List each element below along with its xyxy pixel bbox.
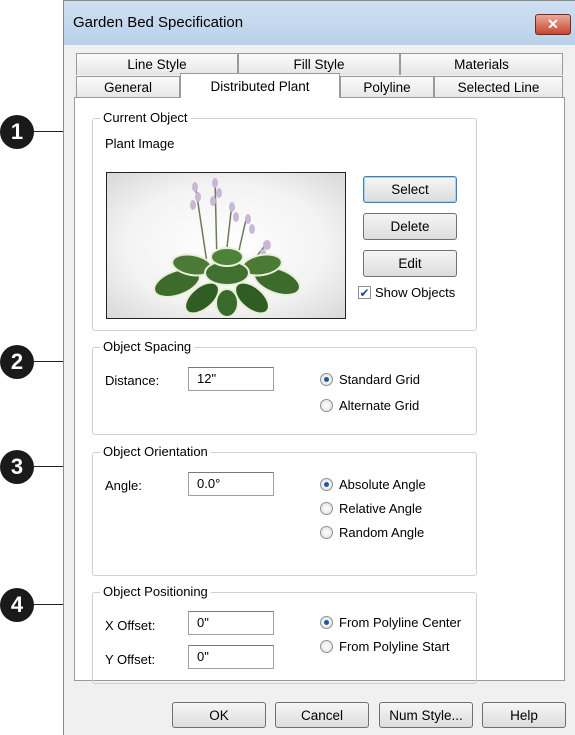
radio-icon <box>320 526 333 539</box>
object-positioning-group: Object Positioning X Offset: 0" Y Offset… <box>92 584 477 684</box>
help-button[interactable]: Help <box>482 702 566 728</box>
plant-image <box>153 178 301 318</box>
close-icon: ✕ <box>547 16 559 32</box>
radio-icon <box>320 478 333 491</box>
radio-random-angle[interactable]: Random Angle <box>320 525 424 540</box>
tab-label: Line Style <box>127 57 187 72</box>
title-bar[interactable]: Garden Bed Specification ✕ <box>64 1 575 45</box>
tab-fill-style[interactable]: Fill Style <box>238 53 400 75</box>
cancel-button[interactable]: Cancel <box>275 702 369 728</box>
help-button-label: Help <box>510 707 538 723</box>
radio-icon <box>320 640 333 653</box>
tab-label: Polyline <box>363 80 411 95</box>
radio-icon <box>320 616 333 629</box>
x-offset-label: X Offset: <box>105 618 156 633</box>
callout-1: 1 <box>0 115 34 149</box>
tab-label: General <box>103 80 153 95</box>
cancel-button-label: Cancel <box>300 707 344 723</box>
show-objects-checkbox[interactable]: ✔ Show Objects <box>358 285 455 300</box>
dialog-window: Garden Bed Specification ✕ Line Style Fi… <box>63 0 575 735</box>
angle-label: Angle: <box>105 478 142 493</box>
group-legend: Object Spacing <box>100 339 195 354</box>
ok-button[interactable]: OK <box>172 702 266 728</box>
angle-input[interactable]: 0.0° <box>188 472 274 496</box>
radio-icon <box>320 502 333 515</box>
radio-label: Standard Grid <box>339 372 420 387</box>
y-offset-label: Y Offset: <box>105 652 156 667</box>
distance-input[interactable]: 12" <box>188 367 274 391</box>
group-legend: Object Orientation <box>100 444 211 459</box>
radio-alternate-grid[interactable]: Alternate Grid <box>320 398 419 413</box>
close-button[interactable]: ✕ <box>535 14 571 35</box>
plant-image-preview[interactable] <box>106 172 346 319</box>
delete-button-label: Delete <box>390 219 430 234</box>
radio-standard-grid[interactable]: Standard Grid <box>320 372 420 387</box>
tab-label: Distributed Plant <box>210 78 310 94</box>
tab-label: Materials <box>454 57 509 72</box>
radio-label: Relative Angle <box>339 501 423 516</box>
y-offset-input[interactable]: 0" <box>188 645 274 669</box>
select-button-label: Select <box>391 182 429 197</box>
edit-button-label: Edit <box>398 256 422 271</box>
show-objects-label: Show Objects <box>375 285 456 300</box>
group-legend: Current Object <box>100 110 191 125</box>
radio-from-polyline-start[interactable]: From Polyline Start <box>320 639 450 654</box>
tab-label: Selected Line <box>457 80 540 95</box>
x-offset-input[interactable]: 0" <box>188 611 274 635</box>
radio-label: Alternate Grid <box>339 398 420 413</box>
group-legend: Object Positioning <box>100 584 211 599</box>
tab-line-style[interactable]: Line Style <box>76 53 238 75</box>
tab-panel: Current Object Plant Image Select Delete… <box>74 97 565 684</box>
plant-image-label: Plant Image <box>105 136 175 151</box>
callout-2: 2 <box>0 345 34 379</box>
delete-button[interactable]: Delete <box>363 213 457 240</box>
tab-general[interactable]: General <box>76 76 180 98</box>
radio-label: Random Angle <box>339 525 425 540</box>
tab-polyline[interactable]: Polyline <box>340 76 434 98</box>
checkmark-icon: ✔ <box>358 285 371 300</box>
radio-icon <box>320 373 333 386</box>
tab-distributed-plant[interactable]: Distributed Plant <box>180 73 340 98</box>
object-orientation-group: Object Orientation Angle: 0.0° Absolute … <box>92 444 477 576</box>
tab-materials[interactable]: Materials <box>400 53 563 75</box>
callout-3: 3 <box>0 450 34 484</box>
radio-label: Absolute Angle <box>339 477 426 492</box>
tab-label: Fill Style <box>293 57 345 72</box>
radio-relative-angle[interactable]: Relative Angle <box>320 501 422 516</box>
num-style-button[interactable]: Num Style... <box>379 702 473 728</box>
callout-4: 4 <box>0 588 34 622</box>
select-button[interactable]: Select <box>363 176 457 203</box>
radio-from-polyline-center[interactable]: From Polyline Center <box>320 615 461 630</box>
distance-label: Distance: <box>105 373 160 388</box>
ok-button-label: OK <box>209 707 229 723</box>
radio-label: From Polyline Start <box>339 639 450 654</box>
radio-label: From Polyline Center <box>339 615 462 630</box>
tab-selected-line[interactable]: Selected Line <box>434 76 563 98</box>
edit-button[interactable]: Edit <box>363 250 457 277</box>
window-title: Garden Bed Specification <box>73 14 244 31</box>
radio-absolute-angle[interactable]: Absolute Angle <box>320 477 426 492</box>
current-object-group: Current Object Plant Image Select Delete… <box>92 110 477 331</box>
object-spacing-group: Object Spacing Distance: 12" Standard Gr… <box>92 339 477 435</box>
radio-icon <box>320 399 333 412</box>
num-style-button-label: Num Style... <box>389 707 463 723</box>
